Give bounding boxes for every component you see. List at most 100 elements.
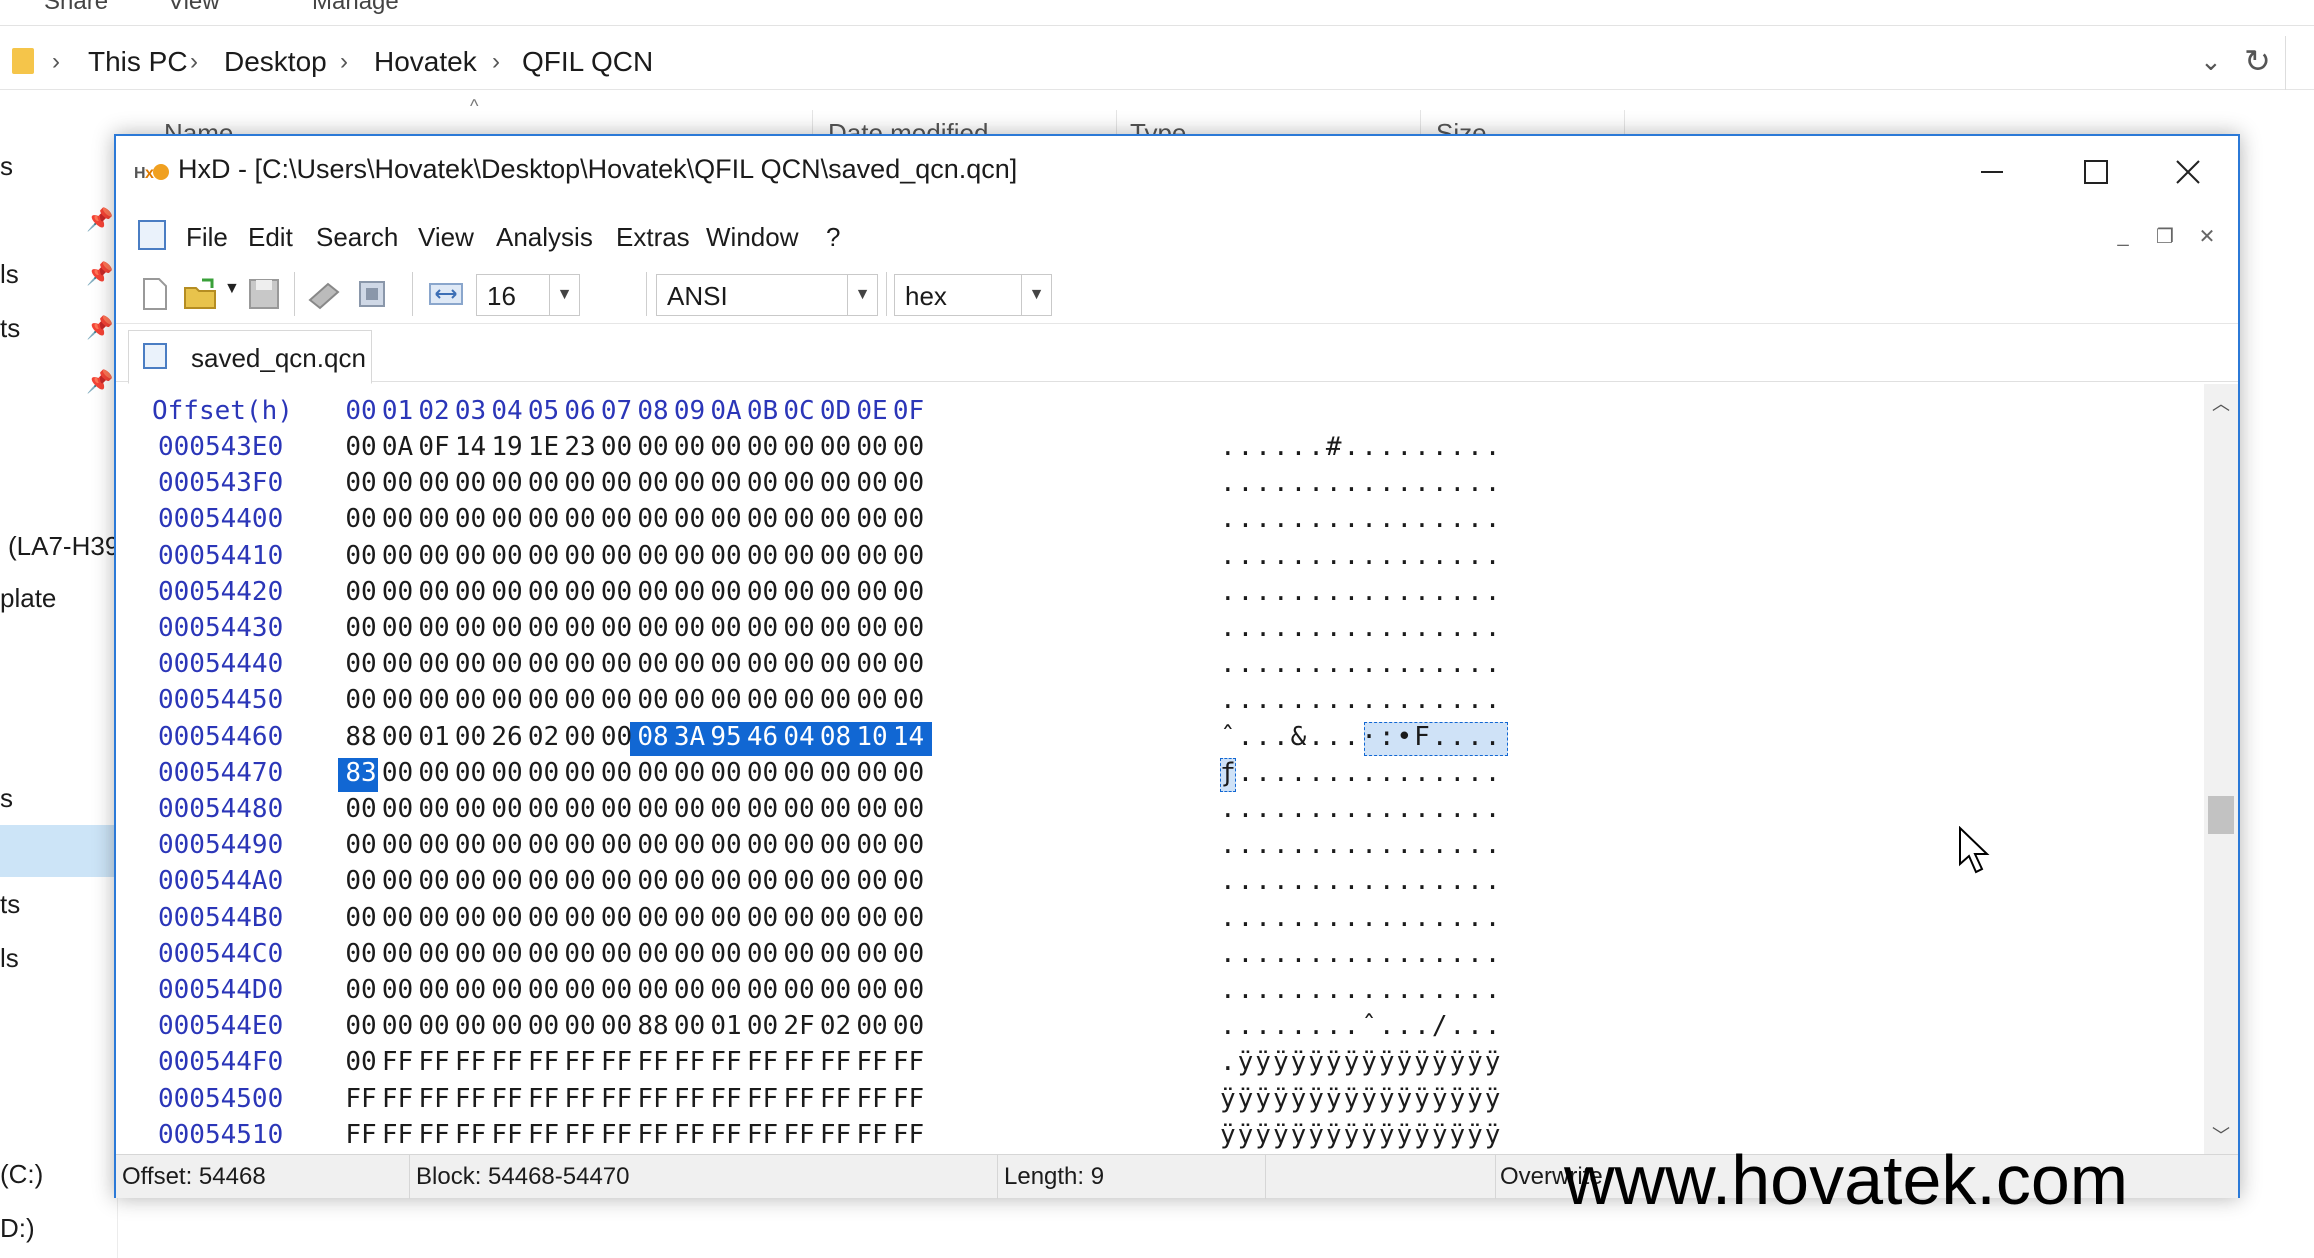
hex-byte[interactable]: 00: [561, 758, 599, 788]
hex-byte[interactable]: 00: [379, 685, 417, 715]
hex-byte[interactable]: FF: [780, 1084, 818, 1114]
hex-byte[interactable]: 00: [890, 577, 928, 607]
maximize-button[interactable]: [2044, 136, 2148, 208]
ascii-text[interactable]: ÿÿÿÿÿÿÿÿÿÿÿÿÿÿÿÿ: [1220, 1084, 1502, 1114]
hex-byte[interactable]: FF: [488, 1047, 526, 1077]
hex-byte[interactable]: FF: [853, 1084, 891, 1114]
nav-item-drive-c[interactable]: (C:): [0, 1159, 43, 1190]
hex-byte[interactable]: 00: [890, 432, 928, 462]
hex-byte[interactable]: 88: [634, 1011, 672, 1041]
hex-byte[interactable]: 00: [817, 541, 855, 571]
hex-byte[interactable]: 00: [634, 830, 672, 860]
hex-byte[interactable]: 00: [379, 613, 417, 643]
ribbon-tab-manage[interactable]: Manage: [312, 0, 399, 16]
hex-byte[interactable]: 00: [452, 939, 490, 969]
hex-byte[interactable]: 00: [561, 975, 599, 1005]
hex-byte[interactable]: 00: [561, 577, 599, 607]
bytes-per-row-select[interactable]: 16 ▼: [476, 274, 580, 316]
hex-byte[interactable]: 10: [853, 722, 891, 752]
scroll-up-icon[interactable]: ︿: [2204, 388, 2238, 418]
hex-byte[interactable]: 00: [379, 975, 417, 1005]
hex-byte[interactable]: 00: [342, 468, 380, 498]
hex-byte[interactable]: 00: [598, 830, 636, 860]
hex-byte[interactable]: 08: [817, 722, 855, 752]
hex-byte[interactable]: 00: [379, 758, 417, 788]
hex-byte[interactable]: 00: [561, 794, 599, 824]
hex-byte[interactable]: 00: [890, 830, 928, 860]
hex-byte[interactable]: 00: [744, 685, 782, 715]
hex-byte[interactable]: FF: [890, 1084, 928, 1114]
hex-byte[interactable]: 00: [817, 613, 855, 643]
hex-byte[interactable]: 00: [744, 468, 782, 498]
hex-byte[interactable]: 00: [853, 613, 891, 643]
hex-byte[interactable]: 00: [634, 866, 672, 896]
hex-byte[interactable]: 00: [634, 649, 672, 679]
hex-byte[interactable]: 00: [780, 903, 818, 933]
hex-byte[interactable]: 00: [634, 504, 672, 534]
open-dropdown-icon[interactable]: ▼: [224, 280, 240, 298]
hex-byte[interactable]: 00: [634, 939, 672, 969]
hex-byte[interactable]: 00: [671, 541, 709, 571]
hex-byte[interactable]: 00: [853, 903, 891, 933]
hex-byte[interactable]: 00: [890, 468, 928, 498]
hex-byte[interactable]: 00: [780, 758, 818, 788]
hex-byte[interactable]: 00: [342, 939, 380, 969]
hex-byte[interactable]: 00: [452, 504, 490, 534]
hex-byte[interactable]: 00: [707, 758, 745, 788]
hex-byte[interactable]: FF: [525, 1047, 563, 1077]
mdi-close-button[interactable]: ✕: [2192, 222, 2222, 250]
mdi-minimize-button[interactable]: _: [2108, 222, 2138, 250]
hex-byte[interactable]: 00: [671, 577, 709, 607]
hex-byte[interactable]: 00: [561, 504, 599, 534]
hex-byte[interactable]: 00: [817, 432, 855, 462]
hex-byte[interactable]: 00: [853, 794, 891, 824]
hex-byte[interactable]: FF: [817, 1047, 855, 1077]
hex-byte[interactable]: 00: [634, 468, 672, 498]
hex-byte[interactable]: 00: [780, 613, 818, 643]
hex-byte[interactable]: 00: [525, 758, 563, 788]
hex-byte[interactable]: 00: [488, 504, 526, 534]
hex-byte[interactable]: 00: [415, 649, 453, 679]
hex-byte[interactable]: 00: [707, 541, 745, 571]
hex-byte[interactable]: 00: [452, 541, 490, 571]
address-bar[interactable]: › This PC › Desktop › Hovatek › QFIL QCN…: [0, 36, 2314, 90]
hex-byte[interactable]: 00: [817, 975, 855, 1005]
hex-byte[interactable]: 00: [890, 975, 928, 1005]
hex-byte[interactable]: 88: [342, 722, 380, 752]
hex-byte[interactable]: 00: [525, 939, 563, 969]
hex-byte[interactable]: 00: [744, 1011, 782, 1041]
hex-byte[interactable]: 00: [671, 685, 709, 715]
title-bar[interactable]: H x HxD - [C:\Users\Hovatek\Desktop\Hova…: [116, 136, 2238, 208]
hex-byte[interactable]: 00: [525, 504, 563, 534]
hex-byte[interactable]: 00: [780, 468, 818, 498]
ribbon-tab-view[interactable]: View: [168, 0, 220, 16]
hex-byte[interactable]: FF: [707, 1084, 745, 1114]
hex-byte[interactable]: FF: [452, 1084, 490, 1114]
hex-byte[interactable]: 00: [817, 758, 855, 788]
hex-byte[interactable]: 00: [488, 830, 526, 860]
hex-byte[interactable]: 00: [525, 794, 563, 824]
tab-saved-qcn[interactable]: saved_qcn.qcn: [128, 330, 372, 384]
document-icon[interactable]: [138, 220, 166, 250]
hex-byte[interactable]: 00: [634, 685, 672, 715]
hex-byte[interactable]: 00: [488, 903, 526, 933]
nav-item[interactable]: s: [0, 783, 13, 814]
hex-byte[interactable]: 00: [671, 903, 709, 933]
menu-edit[interactable]: Edit: [248, 222, 293, 253]
ascii-text[interactable]: ................: [1220, 830, 1502, 860]
hex-byte[interactable]: 0A: [379, 432, 417, 462]
hex-byte[interactable]: 14: [452, 432, 490, 462]
hex-byte[interactable]: 00: [780, 830, 818, 860]
hex-byte[interactable]: 00: [488, 649, 526, 679]
hex-byte[interactable]: FF: [342, 1084, 380, 1114]
hex-byte[interactable]: FF: [379, 1047, 417, 1077]
hex-byte[interactable]: 00: [707, 939, 745, 969]
hex-byte[interactable]: 00: [890, 504, 928, 534]
hex-byte[interactable]: FF: [415, 1047, 453, 1077]
hex-byte[interactable]: 00: [342, 794, 380, 824]
hex-byte[interactable]: 00: [415, 794, 453, 824]
hex-byte[interactable]: 26: [488, 722, 526, 752]
hex-byte[interactable]: 00: [853, 541, 891, 571]
hex-byte[interactable]: 00: [488, 794, 526, 824]
menu-file[interactable]: File: [186, 222, 228, 253]
